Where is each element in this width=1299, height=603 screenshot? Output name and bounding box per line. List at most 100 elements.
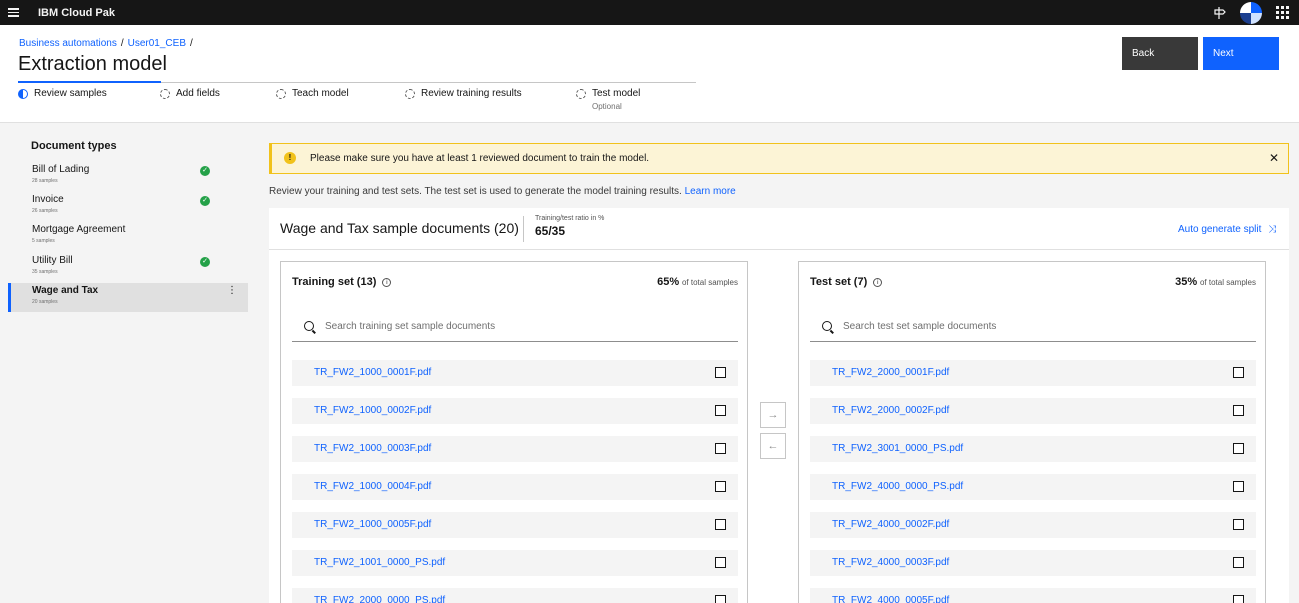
training-test-ratio: Training/test ratio in % 65/35: [535, 215, 604, 238]
test-set-title: Test set (7) i: [810, 276, 883, 288]
doc-type-count: 35 samples: [32, 269, 58, 275]
row-checkbox[interactable]: [1233, 481, 1244, 492]
next-button[interactable]: Next: [1203, 37, 1279, 70]
checkmark-icon: ✓: [200, 196, 210, 206]
breadcrumb-separator: /: [120, 38, 124, 49]
row-checkbox[interactable]: [1233, 443, 1244, 454]
info-icon[interactable]: i: [382, 278, 392, 287]
list-item[interactable]: TR_FW2_4000_0000_PS.pdf: [810, 474, 1256, 500]
test-percent: 35% of total samples: [1175, 276, 1256, 288]
list-item[interactable]: TR_FW2_1000_0001F.pdf: [292, 360, 738, 386]
close-icon[interactable]: ✕: [1269, 151, 1279, 165]
overflow-menu-icon[interactable]: ⋮: [227, 285, 237, 296]
row-checkbox[interactable]: [1233, 595, 1244, 603]
step-incomplete-icon: [576, 89, 586, 99]
step-add-fields[interactable]: Add fields: [160, 88, 276, 111]
row-checkbox[interactable]: [715, 443, 726, 454]
step-review-samples[interactable]: Review samples: [18, 88, 160, 111]
sidebar-item-mortgage-agreement[interactable]: Mortgage Agreement 5 samples: [8, 222, 248, 251]
file-link[interactable]: TR_FW2_4000_0000_PS.pdf: [832, 481, 963, 492]
intro-description: Review your training and test sets. The …: [269, 186, 682, 197]
row-checkbox[interactable]: [715, 481, 726, 492]
ratio-label: Training/test ratio in %: [535, 215, 605, 222]
test-search-input[interactable]: [843, 320, 1223, 332]
panel-title: Wage and Tax sample documents (20): [280, 220, 519, 236]
back-button[interactable]: Back: [1122, 37, 1198, 70]
sidebar-item-bill-of-lading[interactable]: Bill of Lading 28 samples ✓: [8, 162, 248, 191]
row-checkbox[interactable]: [715, 367, 726, 378]
training-search-input[interactable]: [325, 320, 705, 332]
list-item[interactable]: TR_FW2_4000_0003F.pdf: [810, 550, 1256, 576]
file-link[interactable]: TR_FW2_2000_0002F.pdf: [832, 405, 949, 416]
signpost-icon[interactable]: [1212, 6, 1226, 20]
file-link[interactable]: TR_FW2_2000_0000_PS.pdf: [314, 595, 445, 603]
list-item[interactable]: TR_FW2_2000_0000_PS.pdf: [292, 588, 738, 603]
auto-generate-split-button[interactable]: Auto generate split ⤨: [1178, 224, 1276, 235]
step-teach-model[interactable]: Teach model: [276, 88, 405, 111]
row-checkbox[interactable]: [715, 595, 726, 603]
breadcrumb-business-automations[interactable]: Business automations: [19, 38, 117, 49]
row-checkbox[interactable]: [1233, 367, 1244, 378]
percent-suffix: of total samples: [681, 278, 738, 287]
list-item[interactable]: TR_FW2_1000_0005F.pdf: [292, 512, 738, 538]
file-link[interactable]: TR_FW2_1000_0003F.pdf: [314, 443, 431, 454]
page-header: Business automations / User01_CEB / Extract…: [0, 25, 1299, 123]
file-link[interactable]: TR_FW2_1000_0001F.pdf: [314, 367, 431, 378]
training-percent-value: 65%: [657, 276, 680, 288]
list-item[interactable]: TR_FW2_2000_0001F.pdf: [810, 360, 1256, 386]
file-link[interactable]: TR_FW2_1001_0000_PS.pdf: [314, 557, 445, 568]
sidebar-item-utility-bill[interactable]: Utility Bill 35 samples ✓: [8, 253, 248, 282]
list-item[interactable]: TR_FW2_4000_0002F.pdf: [810, 512, 1256, 538]
test-file-list: TR_FW2_2000_0001F.pdf TR_FW2_2000_0002F.…: [810, 360, 1256, 603]
header-divider: [523, 216, 524, 242]
doc-type-count: 5 samples: [32, 238, 55, 244]
doc-type-count: 26 samples: [32, 208, 58, 214]
row-checkbox[interactable]: [1233, 519, 1244, 530]
hamburger-icon[interactable]: [8, 8, 32, 17]
list-item[interactable]: TR_FW2_1001_0000_PS.pdf: [292, 550, 738, 576]
file-link[interactable]: TR_FW2_1000_0002F.pdf: [314, 405, 431, 416]
step-review-training-results[interactable]: Review training results: [405, 88, 576, 111]
app-switcher-icon[interactable]: [1276, 6, 1289, 19]
checkmark-icon: ✓: [200, 166, 210, 176]
breadcrumb-separator: /: [189, 38, 193, 49]
sidebar-item-wage-and-tax[interactable]: Wage and Tax 20 samples ⋮: [8, 283, 248, 312]
progress-track: [18, 81, 696, 83]
row-checkbox[interactable]: [715, 405, 726, 416]
move-to-training-button[interactable]: ←: [760, 433, 786, 459]
step-current-icon: [18, 89, 28, 99]
sidebar-item-invoice[interactable]: Invoice 26 samples ✓: [8, 192, 248, 221]
doc-type-count: 20 samples: [32, 299, 58, 305]
row-checkbox[interactable]: [715, 557, 726, 568]
list-item[interactable]: TR_FW2_3001_0000_PS.pdf: [810, 436, 1256, 462]
learn-more-link[interactable]: Learn more: [685, 186, 736, 197]
file-link[interactable]: TR_FW2_4000_0002F.pdf: [832, 519, 949, 530]
file-link[interactable]: TR_FW2_1000_0005F.pdf: [314, 519, 431, 530]
step-label: Review training results: [421, 88, 522, 99]
list-item[interactable]: TR_FW2_2000_0002F.pdf: [810, 398, 1256, 424]
list-item[interactable]: TR_FW2_4000_0005F.pdf: [810, 588, 1256, 603]
arrow-right-icon: →: [767, 409, 779, 421]
row-checkbox[interactable]: [715, 519, 726, 530]
avatar[interactable]: [1240, 1, 1262, 24]
move-to-test-button[interactable]: →: [760, 402, 786, 428]
list-item[interactable]: TR_FW2_1000_0002F.pdf: [292, 398, 738, 424]
file-link[interactable]: TR_FW2_1000_0004F.pdf: [314, 481, 431, 492]
file-link[interactable]: TR_FW2_4000_0003F.pdf: [832, 557, 949, 568]
file-link[interactable]: TR_FW2_2000_0001F.pdf: [832, 367, 949, 378]
info-icon[interactable]: i: [873, 278, 883, 287]
breadcrumb-user[interactable]: User01_CEB: [128, 38, 186, 49]
step-test-model[interactable]: Test model Optional: [576, 88, 696, 111]
step-incomplete-icon: [160, 89, 170, 99]
product-name[interactable]: IBM Cloud Pak: [38, 7, 115, 19]
row-checkbox[interactable]: [1233, 557, 1244, 568]
row-checkbox[interactable]: [1233, 405, 1244, 416]
doc-type-count: 28 samples: [32, 178, 58, 184]
doc-type-name: Bill of Lading: [32, 164, 90, 175]
list-item[interactable]: TR_FW2_1000_0003F.pdf: [292, 436, 738, 462]
document-types-sidebar: Document types Bill of Lading 28 samples…: [0, 123, 258, 603]
file-link[interactable]: TR_FW2_3001_0000_PS.pdf: [832, 443, 963, 454]
list-item[interactable]: TR_FW2_1000_0004F.pdf: [292, 474, 738, 500]
warning-icon: !: [284, 152, 296, 164]
file-link[interactable]: TR_FW2_4000_0005F.pdf: [832, 595, 949, 603]
